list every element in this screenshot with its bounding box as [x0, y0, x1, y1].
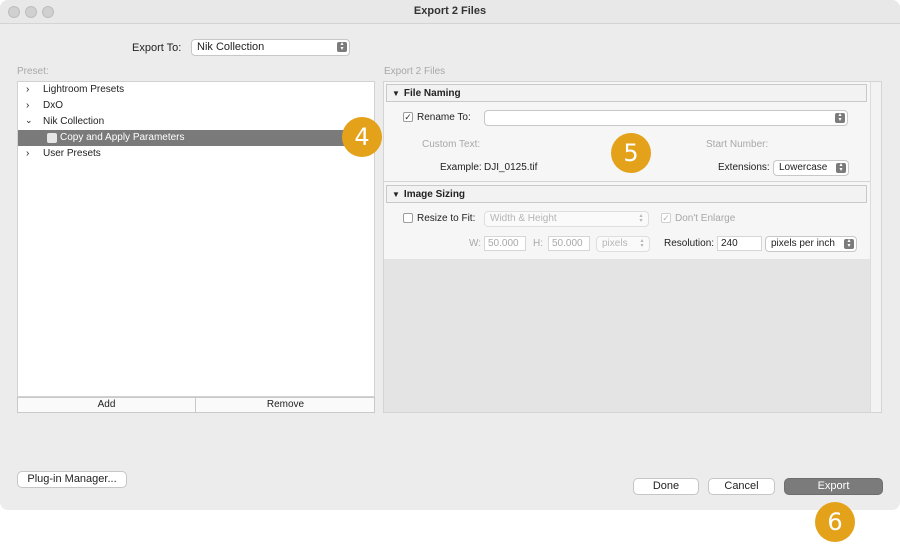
stepper-icon: ▴ ▾ — [835, 112, 845, 123]
title-bar: Export 2 Files — [0, 0, 900, 24]
dont-enlarge-checkbox[interactable]: ✓ — [661, 213, 671, 223]
resize-mode-select[interactable]: Width & Height ▴ ▾ — [484, 211, 649, 227]
image-sizing-title: Image Sizing — [403, 189, 466, 200]
size-unit-select[interactable]: pixels ▴ ▾ — [596, 236, 650, 252]
chevron-right-icon[interactable]: › — [26, 84, 29, 95]
resolution-input[interactable]: 240 — [717, 236, 762, 251]
disclosure-triangle-icon[interactable]: ▼ — [392, 190, 400, 199]
chevron-right-icon[interactable]: › — [26, 100, 29, 111]
section-divider — [384, 181, 870, 182]
dont-enlarge-label: Don't Enlarge — [675, 213, 736, 224]
export-to-value: Nik Collection — [197, 41, 265, 53]
right-panel-header: Export 2 Files — [384, 66, 446, 77]
callout-badge-6: 6 — [815, 502, 855, 542]
stepper-icon: ▴ ▾ — [639, 213, 643, 224]
image-sizing-header[interactable]: ▼ Image Sizing — [386, 185, 867, 203]
resize-mode-value: Width & Height — [490, 213, 557, 224]
callout-badge-5: 5 — [611, 133, 651, 173]
rename-checkbox[interactable]: ✓ — [403, 112, 413, 122]
rename-to-select[interactable]: ▴ ▾ — [484, 110, 848, 126]
done-button[interactable]: Done — [633, 478, 699, 495]
preset-actions: Add Remove — [17, 397, 375, 413]
preset-item-copy-apply[interactable]: Copy and Apply Parameters — [18, 130, 374, 146]
scrollbar[interactable] — [870, 82, 881, 412]
export-to-select[interactable]: Nik Collection ▴ ▾ — [191, 39, 350, 56]
extensions-value: Lowercase — [779, 162, 828, 173]
export-dialog: Export 2 Files Export To: Nik Collection… — [0, 0, 900, 510]
resize-to-fit-label: Resize to Fit: — [417, 213, 476, 224]
settings-panel: ▼ File Naming ✓ Rename To: ▴ ▾ Custom Text… — [383, 81, 882, 413]
extensions-select[interactable]: Lowercase ▴ ▾ — [773, 160, 849, 176]
add-preset-button[interactable]: Add — [18, 398, 196, 412]
preset-item-user[interactable]: › User Presets — [18, 147, 374, 162]
export-button[interactable]: Export — [784, 478, 883, 495]
extensions-label: Extensions: — [718, 162, 770, 173]
remove-preset-button[interactable]: Remove — [197, 398, 374, 412]
stepper-icon: ▴ ▾ — [337, 41, 347, 52]
preset-item-label: DxO — [43, 100, 63, 111]
preset-item-label: Nik Collection — [43, 116, 105, 127]
preset-checkbox[interactable] — [47, 133, 57, 143]
preset-item-label: User Presets — [43, 148, 101, 159]
start-number-label: Start Number: — [706, 139, 769, 150]
height-input[interactable]: 50.000 — [548, 236, 590, 251]
window-title: Export 2 Files — [413, 5, 487, 17]
export-to-label: Export To: — [132, 42, 182, 54]
chevron-right-icon[interactable]: › — [26, 148, 29, 159]
resolution-label: Resolution: — [664, 238, 715, 249]
resolution-unit-select[interactable]: pixels per inch ▴ ▾ — [765, 236, 857, 252]
preset-item-lightroom[interactable]: › Lightroom Presets — [18, 83, 374, 98]
disclosure-triangle-icon[interactable]: ▼ — [392, 89, 400, 98]
preset-list: › Lightroom Presets › DxO ⌄ Nik Collecti… — [17, 81, 375, 397]
height-label: H: — [533, 238, 543, 249]
rename-to-label: Rename To: — [417, 112, 471, 123]
width-label: W: — [469, 238, 482, 249]
stepper-icon: ▴ ▾ — [844, 238, 854, 249]
preset-item-nik[interactable]: ⌄ Nik Collection — [18, 115, 374, 130]
preset-label: Preset: — [17, 66, 49, 77]
example-label: Example: — [440, 162, 482, 173]
file-naming-title: File Naming — [403, 88, 461, 99]
example-value: DJI_0125.tif — [484, 162, 538, 173]
plugin-manager-button[interactable]: Plug-in Manager... — [17, 471, 127, 488]
custom-text-label: Custom Text: — [422, 139, 481, 150]
resolution-unit-value: pixels per inch — [771, 238, 835, 249]
file-naming-header[interactable]: ▼ File Naming — [386, 84, 867, 102]
resize-checkbox[interactable] — [403, 213, 413, 223]
width-input[interactable]: 50.000 — [484, 236, 526, 251]
preset-item-label: Copy and Apply Parameters — [60, 132, 185, 143]
preset-item-label: Lightroom Presets — [43, 84, 125, 95]
cancel-button[interactable]: Cancel — [708, 478, 775, 495]
stepper-icon: ▴ ▾ — [640, 238, 644, 249]
stepper-icon: ▴ ▾ — [836, 162, 846, 173]
size-unit-value: pixels — [602, 238, 628, 249]
chevron-down-icon[interactable]: ⌄ — [25, 115, 33, 126]
callout-badge-4: 4 — [342, 117, 382, 157]
preset-item-dxo[interactable]: › DxO — [18, 99, 374, 114]
